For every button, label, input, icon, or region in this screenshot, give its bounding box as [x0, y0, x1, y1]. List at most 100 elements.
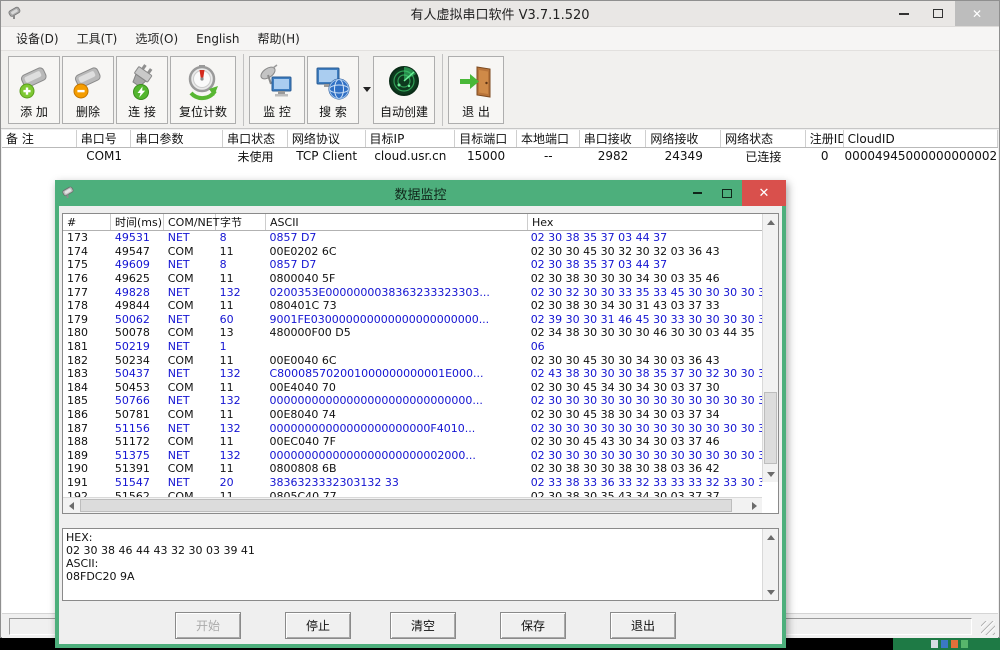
menu-item[interactable]: English	[187, 29, 248, 49]
table-row[interactable]: 18550766NET13200000000000000000000000000…	[63, 394, 762, 408]
menu-item[interactable]: 帮助(H)	[248, 27, 308, 50]
column-header[interactable]: 串口号	[77, 130, 132, 147]
cell: 00EC040 7F	[265, 435, 526, 448]
column-header[interactable]: 本地端口	[517, 130, 580, 147]
column-header[interactable]: 串口参数	[131, 130, 223, 147]
dialog-maximize-button[interactable]	[712, 180, 742, 206]
monitor-button[interactable]: 监 控	[249, 56, 305, 124]
table-row[interactable]: 18150219NET106	[63, 340, 762, 354]
column-header[interactable]: 注册ID	[806, 130, 844, 147]
table-row[interactable]: 18050078COM13480000F00 D502 34 38 30 30 …	[63, 326, 762, 340]
cell: 50453	[111, 381, 164, 394]
column-header[interactable]: 字节	[216, 214, 266, 230]
taskbar-icon[interactable]	[941, 640, 948, 648]
cell: 51156	[111, 422, 164, 435]
cell: NET	[164, 258, 216, 271]
cell: NET	[164, 313, 216, 326]
column-header[interactable]: 时间(ms)	[111, 214, 164, 230]
scroll-right-button[interactable]	[746, 498, 762, 514]
resize-grip[interactable]	[981, 621, 995, 635]
search-dropdown-button[interactable]	[361, 56, 373, 124]
auto-create-button[interactable]: 自动创建	[373, 56, 435, 124]
dialog-minimize-button[interactable]	[682, 180, 712, 206]
table-row[interactable]: 19151547NET203836323332303132 3302 33 38…	[63, 476, 762, 490]
column-header[interactable]: 网络接收	[646, 130, 721, 147]
cell: 49844	[111, 299, 164, 312]
dialog-close-button[interactable]: ✕	[742, 180, 786, 206]
column-header[interactable]: 串口接收	[580, 130, 647, 147]
table-row[interactable]: 17349531NET80857 D702 30 38 35 37 03 44 …	[63, 231, 762, 245]
cell: 02 30 38 30 30 38 30 38 03 36 42	[527, 462, 762, 475]
table-row[interactable]: 17649625COM110800040 5F02 30 38 30 30 30…	[63, 272, 762, 286]
table-row[interactable]: 19051391COM110800808 6B02 30 38 30 30 38…	[63, 462, 762, 476]
data-monitor-dialog: 数据监控 ✕ #时间(ms)COM/NET字节ASCIIHex 17349531…	[55, 180, 786, 648]
column-header[interactable]: 串口状态	[223, 130, 288, 147]
column-header[interactable]: 网络协议	[288, 130, 366, 147]
start-button[interactable]: 开始	[175, 612, 241, 639]
cell: 132	[216, 449, 266, 462]
selection-detail-box[interactable]: HEX:02 30 38 46 44 43 32 30 03 39 41ASCI…	[62, 528, 779, 601]
column-header[interactable]: 目标端口	[455, 130, 517, 147]
taskbar-icon[interactable]	[931, 640, 938, 648]
cell: 177	[63, 286, 111, 299]
taskbar-icon[interactable]	[961, 640, 968, 648]
cell: 11	[216, 299, 266, 312]
detail-scrollbar[interactable]	[762, 529, 778, 600]
scrollbar-thumb[interactable]	[764, 392, 777, 464]
menu-item[interactable]: 工具(T)	[68, 27, 127, 50]
table-row[interactable]: 17549609NET80857 D702 30 38 35 37 03 44 …	[63, 258, 762, 272]
exit-button[interactable]: 退出	[610, 612, 676, 639]
scrollbar-thumb[interactable]	[80, 499, 732, 512]
column-header[interactable]: #	[63, 214, 111, 230]
delete-button[interactable]: 删除	[62, 56, 114, 124]
save-button[interactable]: 保存	[500, 612, 566, 639]
reset-count-button[interactable]: 复位计数	[170, 56, 236, 124]
table-row[interactable]: 17950062NET609001FE030000000000000000000…	[63, 313, 762, 327]
scroll-down-button[interactable]	[763, 584, 779, 600]
column-header[interactable]: Hex	[528, 214, 764, 230]
column-header[interactable]: CloudID	[844, 130, 998, 147]
column-header[interactable]: 目标IP	[366, 130, 456, 147]
menu-item[interactable]: 选项(O)	[126, 27, 187, 50]
cell: 15000	[455, 148, 517, 164]
search-button[interactable]: 搜 索	[307, 56, 359, 124]
dialog-title: 数据监控	[55, 184, 786, 203]
scroll-down-button[interactable]	[763, 466, 779, 482]
cell: 11	[216, 462, 266, 475]
cell: 191	[63, 476, 111, 489]
cell: 0800040 5F	[265, 272, 526, 285]
column-header[interactable]: COM/NET	[164, 214, 216, 230]
clear-button[interactable]: 清空	[390, 612, 456, 639]
table-row[interactable]: 17449547COM1100E0202 6C02 30 30 45 30 32…	[63, 245, 762, 259]
menu-item[interactable]: 设备(D)	[7, 27, 68, 50]
table-row[interactable]: 18450453COM1100E4040 7002 30 30 45 34 30…	[63, 381, 762, 395]
horizontal-scrollbar[interactable]	[63, 497, 762, 513]
column-header[interactable]: 备 注	[2, 130, 77, 147]
stop-button[interactable]: 停止	[285, 612, 351, 639]
minimize-button[interactable]	[887, 1, 921, 26]
table-row[interactable]: 18951375NET13200000000000000000000000020…	[63, 449, 762, 463]
table-row[interactable]: 18751156NET13200000000000000000000000F40…	[63, 421, 762, 435]
toolbar: 添 加 删除	[1, 51, 999, 129]
cell: 1	[216, 340, 266, 353]
taskbar-icon[interactable]	[951, 640, 958, 648]
table-row[interactable]: 17749828NET1320200353E000000003836323332…	[63, 285, 762, 299]
scroll-left-button[interactable]	[63, 498, 79, 514]
table-row[interactable]: 18851172COM1100EC040 7F02 30 30 45 43 30…	[63, 435, 762, 449]
connect-button[interactable]: 连 接	[116, 56, 168, 124]
table-row[interactable]: 17849844COM11080401C 7302 30 38 30 34 30…	[63, 299, 762, 313]
exit-button[interactable]: 退 出	[448, 56, 504, 124]
maximize-button[interactable]	[921, 1, 955, 26]
scroll-up-button[interactable]	[763, 214, 779, 230]
vertical-scrollbar[interactable]	[762, 214, 778, 482]
table-row[interactable]: 18350437NET132C800085702001000000000001E…	[63, 367, 762, 381]
scroll-up-button[interactable]	[763, 529, 779, 545]
column-header[interactable]: 网络状态	[721, 130, 806, 147]
table-row[interactable]: 18650781COM1100E8040 7402 30 30 45 38 30…	[63, 408, 762, 422]
device-row[interactable]: COM1未使用TCP Clientcloud.usr.cn15000--2982…	[2, 148, 998, 164]
add-button[interactable]: 添 加	[8, 56, 60, 124]
close-button[interactable]: ✕	[955, 1, 999, 26]
table-row[interactable]: 18250234COM1100E0040 6C02 30 30 45 30 30…	[63, 353, 762, 367]
column-header[interactable]: ASCII	[266, 214, 528, 230]
cell: 49609	[111, 258, 164, 271]
